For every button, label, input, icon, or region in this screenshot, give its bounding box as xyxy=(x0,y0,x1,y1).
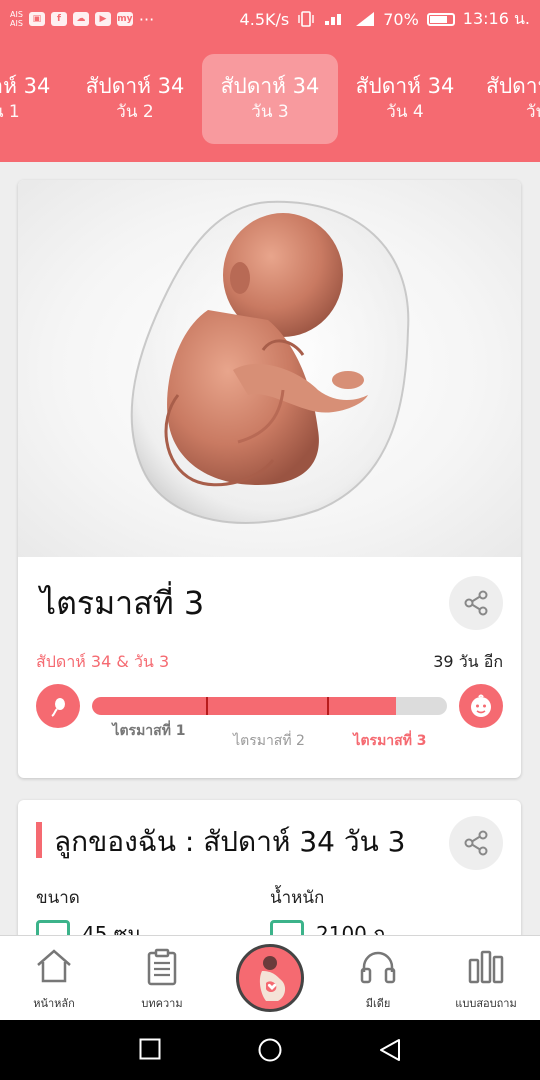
recents-icon[interactable] xyxy=(139,1038,161,1060)
trimester-divider xyxy=(327,697,329,715)
tab-week34-day1[interactable]: สัปดาห์ 34 วัน 1 xyxy=(0,54,69,144)
gallery-icon: ▣ xyxy=(28,12,45,26)
tab-day-label: วัน 1 xyxy=(0,102,20,122)
tab-week34-day3[interactable]: สัปดาห์ 34 วัน 3 xyxy=(202,54,338,144)
trimester-3-label: ไตรมาสที่ 3 xyxy=(353,733,427,749)
youtube-icon: ▶ xyxy=(94,12,111,26)
carrier-1: AIS xyxy=(10,10,23,19)
share-button[interactable] xyxy=(449,576,503,630)
status-bar: AIS AIS ▣ f ☁ ▶ my ··· 4.5K/s 70% 13:16 … xyxy=(0,0,540,38)
tab-day-label: วัน 3 xyxy=(251,102,289,122)
nav-home-label: หน้าหลัก xyxy=(33,997,75,1010)
net-speed: 4.5K/s xyxy=(239,9,290,29)
tab-day-label: วัน 4 xyxy=(386,102,424,122)
back-icon[interactable] xyxy=(379,1038,401,1062)
tab-week-label: สัปดาห์ 34 xyxy=(85,74,185,98)
trimester-divider xyxy=(206,697,208,715)
fetus-illustration xyxy=(130,200,410,524)
signal-icon xyxy=(356,12,375,26)
bar-chart-icon xyxy=(468,950,504,984)
share-button[interactable] xyxy=(449,816,503,870)
tab-week-label: สัปดาห์ 34 xyxy=(355,74,455,98)
tab-week34-day2[interactable]: สัปดาห์ 34 วัน 2 xyxy=(67,54,203,144)
headphones-icon xyxy=(360,951,396,984)
baby-info-card: ลูกของฉัน : สัปดาห์ 34 วัน 3 ขนาด น้ำหนั… xyxy=(18,800,521,940)
week-day-tabs: สัปดาห์ 34 วัน 1 สัปดาห์ 34 วัน 2 สัปดาห… xyxy=(0,38,540,162)
carrier-2: AIS xyxy=(10,19,23,28)
cloud-icon: ☁ xyxy=(72,12,89,26)
weight-label: น้ำหนัก xyxy=(270,888,325,908)
baby-face-icon xyxy=(471,694,491,717)
clipboard-icon xyxy=(147,948,177,986)
status-right: 4.5K/s 70% 13:16 น. xyxy=(240,7,530,32)
progress-fill xyxy=(92,697,397,715)
more-notifications: ··· xyxy=(138,9,155,29)
share-icon xyxy=(464,590,488,616)
nav-survey-label: แบบสอบถาม xyxy=(455,997,517,1010)
week-day-label: สัปดาห์ 34 & วัน 3 xyxy=(36,652,170,671)
vibrate-icon xyxy=(298,11,314,27)
signal-4g-icon xyxy=(325,14,342,25)
size-label: ขนาด xyxy=(36,888,80,908)
facebook-icon: f xyxy=(50,12,67,26)
battery-percent: 70% xyxy=(383,9,419,29)
clock: 13:16 น. xyxy=(462,8,530,28)
sperm-button xyxy=(36,684,80,728)
fetus-image xyxy=(18,180,521,557)
status-left: AIS AIS ▣ f ☁ ▶ my ··· xyxy=(10,10,154,29)
nav-survey[interactable]: แบบสอบถาม xyxy=(432,936,540,1021)
nav-articles[interactable]: บทความ xyxy=(108,936,216,1021)
tab-week34-day5[interactable]: สัปดาห์ วัน xyxy=(472,54,540,144)
share-icon xyxy=(464,830,488,856)
tab-week34-day4[interactable]: สัปดาห์ 34 วัน 4 xyxy=(337,54,473,144)
section-accent-bar xyxy=(36,822,42,858)
my-ais-icon: my xyxy=(116,12,133,26)
pregnancy-center-button[interactable] xyxy=(236,944,304,1012)
nav-articles-label: บทความ xyxy=(141,997,183,1010)
trimester-title: ไตรมาสที่ 3 xyxy=(40,584,205,622)
days-remaining: 39 วัน อีก xyxy=(433,652,503,671)
pregnancy-progress-bar xyxy=(92,697,447,715)
pregnant-mother-icon xyxy=(259,956,286,1001)
tab-week-label: สัปดาห์ 34 xyxy=(220,74,320,98)
tab-week-label: สัปดาห์ 34 xyxy=(0,74,51,98)
tab-day-label: วัน xyxy=(526,102,540,122)
tab-week-label: สัปดาห์ xyxy=(486,74,540,98)
nav-media-label: มีเดีย xyxy=(365,997,391,1010)
carrier-labels: AIS AIS xyxy=(10,10,23,28)
baby-section-title: ลูกของฉัน : สัปดาห์ 34 วัน 3 xyxy=(54,825,406,858)
nav-media[interactable]: มีเดีย xyxy=(324,936,432,1021)
baby-button xyxy=(459,684,503,728)
trimester-1-label: ไตรมาสที่ 1 xyxy=(112,723,186,739)
tab-day-label: วัน 2 xyxy=(116,102,154,122)
bottom-navigation: หน้าหลัก บทความ มีเดีย แบบสอบถาม xyxy=(0,935,540,1020)
trimester-2-label: ไตรมาสที่ 2 xyxy=(233,733,305,749)
system-navigation-bar xyxy=(0,1020,540,1080)
home-circle-icon[interactable] xyxy=(257,1038,283,1062)
home-icon xyxy=(37,949,71,983)
battery-icon xyxy=(426,12,455,26)
sperm-icon xyxy=(51,698,65,717)
nav-home[interactable]: หน้าหลัก xyxy=(0,936,108,1021)
trimester-card: ไตรมาสที่ 3 สัปดาห์ 34 & วัน 3 39 วัน อี… xyxy=(18,180,521,778)
